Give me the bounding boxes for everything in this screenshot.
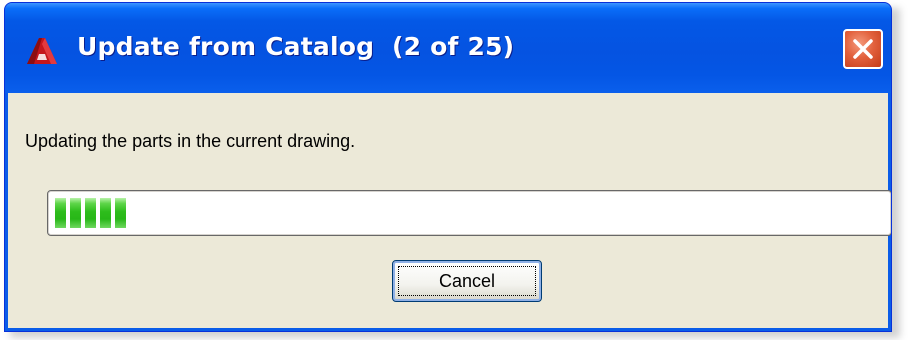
cancel-button-label: Cancel (438, 270, 496, 291)
status-message: Updating the parts in the current drawin… (25, 131, 356, 151)
progress-bar (47, 190, 891, 236)
progress-chunk (55, 198, 66, 228)
progress-fill (55, 198, 126, 228)
title-bar[interactable]: Update from Catalog (2 of 25) (5, 3, 891, 93)
close-button[interactable] (843, 29, 883, 69)
progress-chunk (115, 198, 126, 228)
close-icon (853, 39, 873, 59)
cancel-button[interactable]: Cancel (392, 260, 542, 302)
progress-chunk (70, 198, 81, 228)
progress-chunk (85, 198, 96, 228)
progress-chunk (100, 198, 111, 228)
autocad-logo-icon (25, 36, 59, 66)
dialog-body: Updating the parts in the current drawin… (8, 93, 891, 328)
dialog-window: Update from Catalog (2 of 25) Updating t… (4, 2, 892, 332)
window-title: Update from Catalog (2 of 25) (77, 32, 515, 61)
